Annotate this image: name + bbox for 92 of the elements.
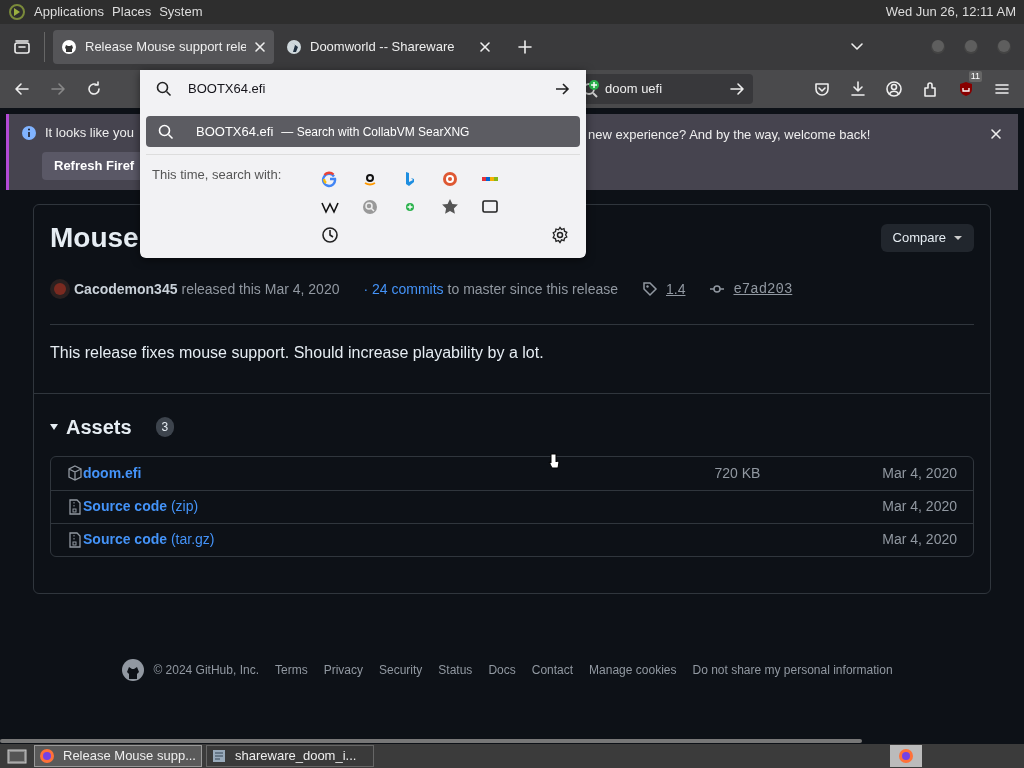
- puzzle-icon: [921, 80, 939, 98]
- suggestion-action: — Search with CollabVM SearXNG: [281, 123, 470, 141]
- clock: Wed Jun 26, 12:11 AM: [885, 3, 1016, 22]
- compare-button[interactable]: Compare: [880, 223, 974, 252]
- copyright-text: © 2024 GitHub, Inc.: [153, 661, 259, 679]
- taskbar-button[interactable]: Release Mouse supp...: [34, 745, 202, 767]
- star-icon: [441, 198, 459, 216]
- tab-separator: [44, 32, 45, 62]
- firefox-icon: [39, 748, 55, 764]
- assets-count: 3: [155, 416, 175, 437]
- settings-icon: [551, 226, 569, 244]
- asset-size: 720 KB: [713, 463, 761, 483]
- asset-link[interactable]: Source code (tar.gz): [83, 529, 215, 551]
- footer-link[interactable]: Status: [438, 660, 473, 679]
- tab-icon: [481, 198, 499, 216]
- distro-logo-icon[interactable]: [8, 3, 26, 21]
- tag-link[interactable]: 1.4: [666, 278, 686, 300]
- tab-list-icon: [13, 39, 31, 55]
- desktop-icon: [7, 747, 27, 765]
- search-icon: [156, 81, 172, 97]
- close-icon[interactable]: [479, 41, 491, 53]
- panel-menu[interactable]: System: [159, 2, 203, 22]
- package-icon: [67, 465, 83, 482]
- go-arrow-icon[interactable]: [554, 81, 570, 97]
- panel-menu[interactable]: Applications: [34, 2, 105, 22]
- window-control-icon: [994, 38, 1013, 56]
- scrollbar-thumb[interactable]: [0, 739, 862, 743]
- close-icon[interactable]: [254, 41, 266, 53]
- footer-link[interactable]: Security: [379, 660, 423, 679]
- reload-icon: [85, 80, 103, 98]
- asset-link[interactable]: doom.efi: [83, 462, 142, 484]
- tag-icon: [642, 281, 658, 298]
- firefox-icon: [898, 748, 914, 764]
- pocket-icon: [813, 80, 831, 98]
- asset-date: Mar 4, 2020: [881, 497, 957, 517]
- download-icon: [849, 80, 867, 98]
- triangle-icon[interactable]: [50, 422, 58, 431]
- suggestion-text: BOOTX64.efi: [196, 122, 274, 141]
- plus-icon: [518, 40, 532, 54]
- tab-title: Doomworld -- Shareware: [310, 38, 456, 57]
- footer-link[interactable]: Do not share my personal information: [692, 660, 893, 679]
- author-link[interactable]: Cacodemon345: [74, 278, 178, 300]
- tray-firefox-button[interactable]: [890, 745, 922, 767]
- site-icon: [286, 39, 302, 55]
- zip-file-icon: [67, 531, 83, 548]
- footer-link[interactable]: Terms: [274, 660, 308, 679]
- taskbar-button[interactable]: shareware_doom_i...: [206, 745, 374, 767]
- suggestion-row[interactable]: BOOTX64.efi — Search with CollabVM SearXNG: [146, 116, 580, 147]
- asset-date: Mar 4, 2020: [881, 463, 957, 483]
- search-engine-icon: [361, 198, 379, 216]
- engines-label: This time, search with:: [152, 166, 283, 184]
- google-icon: [321, 170, 339, 188]
- notification-text: It looks like you: [45, 124, 134, 143]
- search-icon: [158, 123, 174, 140]
- cursor-icon: [548, 453, 560, 469]
- zip-file-icon: [67, 498, 83, 515]
- go-arrow-icon[interactable]: [729, 81, 745, 97]
- window-control-icon: [928, 38, 947, 56]
- account-icon: [885, 80, 903, 98]
- chevron-down-icon: [850, 42, 864, 52]
- forward-arrow-icon: [49, 80, 67, 98]
- caret-icon: [954, 234, 962, 241]
- close-icon: [990, 128, 1002, 140]
- window-control-icon: [961, 38, 980, 56]
- assets-heading[interactable]: Assets: [66, 411, 132, 442]
- url-text: BOOTX64.efi: [188, 80, 267, 99]
- asset-link[interactable]: Source code (zip): [83, 496, 199, 518]
- add-engine-icon: [406, 203, 414, 211]
- commits-text: to master since this release: [447, 279, 618, 299]
- footer-link[interactable]: Docs: [488, 660, 516, 679]
- browser-tab[interactable]: Doomworld -- Shareware: [278, 30, 499, 64]
- file-icon: [211, 748, 227, 764]
- back-arrow-icon: [13, 80, 31, 98]
- notification-text: new experience? And by the way, welcome back!: [588, 126, 871, 144]
- info-icon: [21, 125, 37, 141]
- shield-icon: [957, 80, 975, 98]
- release-notes: This release fixes mouse support. Should increase playability by a lot.: [49, 342, 545, 363]
- footer-link[interactable]: Privacy: [323, 660, 363, 679]
- commit-link[interactable]: e7ad203: [733, 278, 793, 300]
- github-icon: [61, 39, 77, 55]
- extension-badge: 11: [968, 71, 982, 82]
- avatar: [50, 279, 70, 300]
- commits-link[interactable]: · 24 commits: [363, 278, 444, 300]
- github-icon[interactable]: [121, 657, 146, 682]
- search-text: doom uefi: [605, 80, 664, 99]
- asset-date: Mar 4, 2020: [881, 530, 957, 550]
- release-date: released this Mar 4, 2020: [181, 279, 340, 299]
- panel-menu[interactable]: Places: [112, 2, 152, 22]
- release-title: Mouse: [50, 221, 139, 255]
- footer-link[interactable]: Contact: [531, 660, 574, 679]
- history-icon: [321, 226, 339, 244]
- footer-link[interactable]: Manage cookies: [589, 660, 677, 679]
